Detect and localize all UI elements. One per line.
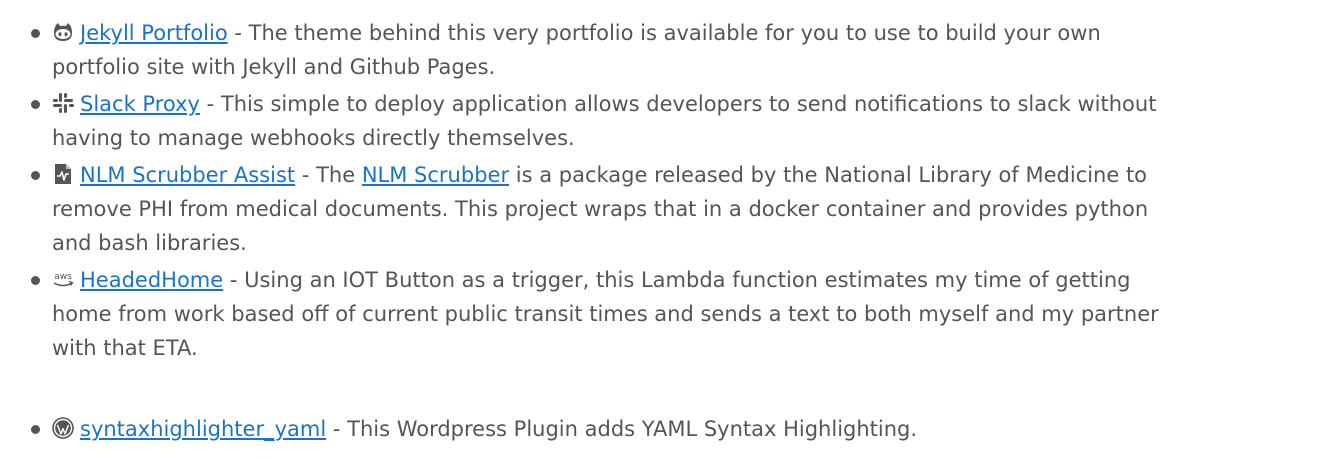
line: NLM Scrubber Assist - The NLM Scrubber i… xyxy=(52,158,1147,192)
jekyll-portfolio-link[interactable]: Jekyll Portfolio xyxy=(80,21,228,45)
medical-file-icon xyxy=(52,163,74,185)
line: home from work based off of current publ… xyxy=(52,297,1159,331)
line: and bash libraries. xyxy=(52,226,247,260)
nlm-scrubber-assist-link[interactable]: NLM Scrubber Assist xyxy=(80,163,295,187)
wordpress-icon xyxy=(52,417,74,439)
project-description: home from work based off of current publ… xyxy=(52,302,1159,326)
project-description: - Using an IOT Button as a trigger, this… xyxy=(223,268,1131,292)
line: portfolio site with Jekyll and Github Pa… xyxy=(52,50,495,84)
bullet xyxy=(31,425,40,434)
aws-logo-text: aws xyxy=(54,272,72,282)
slack-proxy-link[interactable]: Slack Proxy xyxy=(80,92,200,116)
project-description: is a package released by the National Li… xyxy=(509,163,1148,187)
project-description: - The theme behind this very portfolio i… xyxy=(227,21,1101,45)
project-description: having to manage webhooks directly thems… xyxy=(52,126,575,150)
project-description: portfolio site with Jekyll and Github Pa… xyxy=(52,55,496,79)
project-description: - This simple to deploy application allo… xyxy=(199,92,1157,116)
line: remove PHI from medical documents. This … xyxy=(52,192,1148,226)
project-description: remove PHI from medical documents. This … xyxy=(52,197,1149,221)
line: Slack Proxy - This simple to deploy appl… xyxy=(52,87,1156,121)
bullet xyxy=(31,171,40,180)
line: with that ETA. xyxy=(52,331,198,365)
bullet xyxy=(31,29,40,38)
project-description: with that ETA. xyxy=(52,336,198,360)
github-icon xyxy=(52,21,74,43)
slack-icon xyxy=(52,92,74,114)
nlm-scrubber-link[interactable]: NLM Scrubber xyxy=(362,163,509,187)
headedhome-link[interactable]: HeadedHome xyxy=(80,268,223,292)
syntaxhighlighter-yaml-link[interactable]: syntaxhighlighter_yaml xyxy=(80,417,326,441)
project-description: - The xyxy=(295,163,362,187)
bullet xyxy=(31,100,40,109)
line: Jekyll Portfolio - The theme behind this… xyxy=(52,16,1101,50)
line: aws HeadedHome - Using an IOT Button as … xyxy=(52,263,1130,297)
bullet xyxy=(31,276,40,285)
project-description: - This Wordpress Plugin adds YAML Syntax… xyxy=(326,417,918,441)
line: syntaxhighlighter_yaml - This Wordpress … xyxy=(52,412,917,446)
project-description: and bash libraries. xyxy=(52,231,247,255)
aws-icon: aws xyxy=(52,268,74,290)
line: having to manage webhooks directly thems… xyxy=(52,121,575,155)
